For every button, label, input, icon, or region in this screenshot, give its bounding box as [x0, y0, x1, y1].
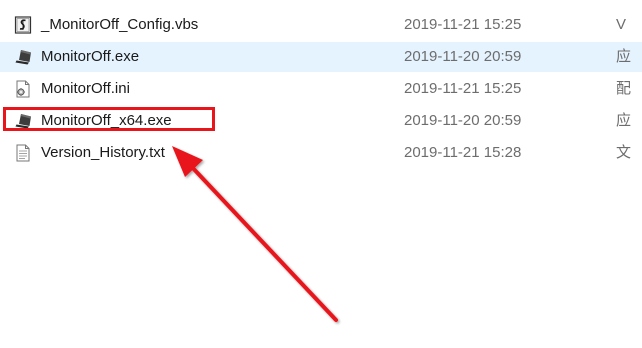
file-name: MonitorOff.ini — [41, 80, 130, 97]
ini-settings-icon — [14, 80, 32, 98]
monitor-exe-icon — [14, 112, 32, 130]
text-document-icon — [14, 144, 32, 162]
file-date-modified: 2019-11-20 20:59 — [404, 112, 522, 129]
file-type: 应 — [616, 48, 632, 65]
file-type: V — [616, 16, 627, 33]
file-row-monitoroff-x64-exe[interactable]: MonitorOff_x64.exe 2019-11-20 20:59 应 — [0, 106, 642, 136]
file-type: 配 — [616, 80, 632, 97]
file-date-modified: 2019-11-20 20:59 — [404, 48, 522, 65]
file-name: MonitorOff.exe — [41, 48, 140, 65]
monitor-exe-icon — [14, 48, 32, 66]
file-date-modified: 2019-11-21 15:25 — [404, 16, 522, 33]
file-row-version-history-txt[interactable]: Version_History.txt 2019-11-21 15:28 文 — [0, 138, 642, 168]
file-row-monitoroff-exe[interactable]: MonitorOff.exe 2019-11-20 20:59 应 — [0, 42, 642, 72]
file-type: 应 — [616, 112, 632, 129]
file-name: _MonitorOff_Config.vbs — [41, 16, 199, 33]
file-type: 文 — [616, 144, 632, 161]
file-date-modified: 2019-11-21 15:25 — [404, 80, 522, 97]
file-row-monitoroff-config-vbs[interactable]: _MonitorOff_Config.vbs 2019-11-21 15:25 … — [0, 10, 642, 40]
file-date-modified: 2019-11-21 15:28 — [404, 144, 522, 161]
file-name: Version_History.txt — [41, 144, 165, 161]
file-name: MonitorOff_x64.exe — [41, 112, 172, 129]
vbs-script-icon — [14, 16, 32, 34]
file-row-monitoroff-ini[interactable]: MonitorOff.ini 2019-11-21 15:25 配 — [0, 74, 642, 104]
